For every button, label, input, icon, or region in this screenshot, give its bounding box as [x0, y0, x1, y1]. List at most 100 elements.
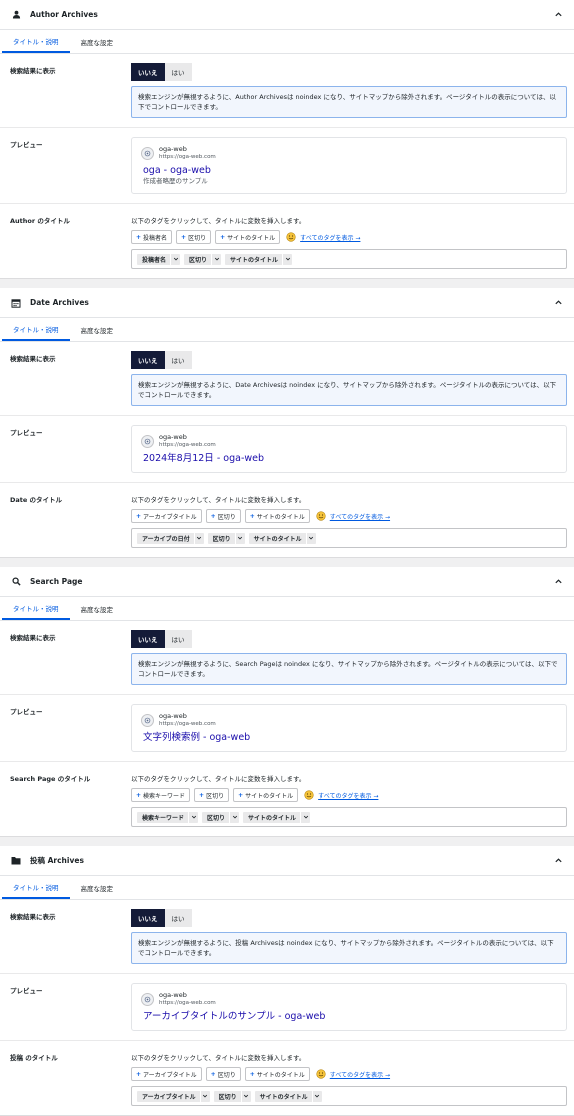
tag-chip[interactable]: サイトのタイトル	[254, 1090, 322, 1102]
card-header[interactable]: Author Archives	[0, 0, 574, 30]
card-header[interactable]: Date Archives	[0, 288, 574, 318]
plus-icon: +	[210, 512, 216, 520]
collapse-chevron-icon[interactable]	[552, 855, 564, 867]
card-header[interactable]: 投稿 Archives	[0, 846, 574, 876]
tab-advanced[interactable]: 高度な設定	[70, 597, 125, 620]
collapse-chevron-icon[interactable]	[552, 576, 564, 588]
section-title: 投稿 Archives	[30, 856, 84, 865]
search-preview: oga-web https://oga-web.com oga - oga-we…	[131, 137, 567, 194]
toggle-yes-button[interactable]: はい	[164, 630, 192, 648]
chevron-down-icon[interactable]	[170, 253, 180, 265]
insert-tag-button[interactable]: + 区切り	[205, 509, 241, 523]
show-all-tags-link[interactable]: すべてのタグを表示 →	[318, 791, 378, 800]
insert-tag-button[interactable]: + アーカイブタイトル	[131, 1067, 202, 1081]
chevron-down-icon[interactable]	[199, 1090, 210, 1102]
tag-chip[interactable]: 区切り	[184, 253, 222, 265]
chevron-down-icon[interactable]	[234, 532, 245, 544]
collapse-chevron-icon[interactable]	[552, 297, 564, 309]
insert-tag-button[interactable]: + 投稿者名	[131, 230, 173, 244]
insert-tag-button[interactable]: + サイトのタイトル	[233, 788, 299, 802]
plus-icon: +	[238, 791, 244, 799]
tab-advanced[interactable]: 高度な設定	[70, 876, 125, 899]
tab-title-description[interactable]: タイトル・説明	[2, 876, 70, 899]
tabs: タイトル・説明 高度な設定	[0, 876, 574, 900]
title-format-row: Author のタイトル 以下のタグをクリックして、タイトルに変数を挿入します。…	[0, 204, 574, 278]
tabs: タイトル・説明 高度な設定	[0, 597, 574, 621]
tab-title-description[interactable]: タイトル・説明	[2, 30, 70, 53]
insert-tag-button[interactable]: + 検索キーワード	[131, 788, 191, 802]
toggle-no-button[interactable]: いいえ	[131, 909, 165, 927]
section-title: Search Page	[30, 577, 83, 586]
emoji-icon[interactable]	[304, 790, 314, 800]
tab-title-description[interactable]: タイトル・説明	[2, 597, 70, 620]
chevron-down-icon[interactable]	[311, 1090, 322, 1102]
toggle-yes-button[interactable]: はい	[164, 909, 192, 927]
noindex-row: 検索結果に表示 いいえ はい 検索エンジンが無視するように、Author Arc…	[0, 54, 574, 128]
chevron-down-icon[interactable]	[193, 532, 204, 544]
toggle-no-button[interactable]: いいえ	[131, 630, 165, 648]
chevron-down-icon[interactable]	[282, 253, 292, 265]
emoji-icon[interactable]	[316, 1069, 326, 1079]
tag-chip[interactable]: アーカイブタイトル	[137, 1090, 210, 1102]
tag-chip[interactable]: サイトのタイトル	[248, 532, 316, 544]
toggle-no-button[interactable]: いいえ	[131, 63, 165, 81]
tag-chip-label: サイトのタイトル	[248, 814, 297, 822]
tag-chip-label: アーカイブの日付	[142, 535, 190, 543]
title-format-label: 投稿 のタイトル	[10, 1054, 58, 1062]
noindex-label: 検索結果に表示	[10, 913, 56, 921]
noindex-row: 検索結果に表示 いいえ はい 検索エンジンが無視するように、投稿 Archive…	[0, 900, 574, 974]
plus-icon: +	[210, 1070, 216, 1078]
tab-title-description[interactable]: タイトル・説明	[2, 318, 70, 341]
preview-site-name: oga-web	[159, 991, 187, 999]
tag-chip[interactable]: 投稿者名	[137, 253, 181, 265]
emoji-icon[interactable]	[316, 511, 326, 521]
tag-button-row: + 投稿者名 + 区切り + サイトのタイトル すべてのタグを表示 →	[131, 230, 567, 244]
preview-row: プレビュー oga-web https://oga-web.com アーカイブタ…	[0, 974, 574, 1041]
title-tag-input[interactable]: アーカイブタイトル 区切り サイトのタイトル	[131, 1086, 567, 1106]
title-tag-input[interactable]: 検索キーワード 区切り サイトのタイトル	[131, 807, 567, 827]
tag-chip[interactable]: アーカイブの日付	[137, 532, 204, 544]
tag-chip[interactable]: 区切り	[202, 811, 240, 823]
emoji-icon[interactable]	[286, 232, 296, 242]
preview-url: https://oga-web.com	[159, 442, 216, 448]
chevron-down-icon[interactable]	[240, 1090, 251, 1102]
toggle-yes-button[interactable]: はい	[164, 351, 192, 369]
title-tag-input[interactable]: 投稿者名 区切り サイトのタイトル	[131, 249, 567, 269]
insert-tag-button[interactable]: + 区切り	[194, 788, 230, 802]
tag-chip[interactable]: 区切り	[213, 1090, 251, 1102]
toggle-yes-button[interactable]: はい	[164, 63, 192, 81]
plus-icon: +	[249, 512, 255, 520]
chevron-down-icon[interactable]	[300, 811, 310, 823]
insert-tag-button[interactable]: + サイトのタイトル	[215, 230, 281, 244]
site-favicon-icon	[141, 147, 154, 160]
tag-button-label: サイトのタイトル	[256, 513, 305, 521]
card-header[interactable]: Search Page	[0, 567, 574, 597]
chevron-down-icon[interactable]	[229, 811, 239, 823]
tab-advanced[interactable]: 高度な設定	[70, 30, 125, 53]
tag-chip[interactable]: 検索キーワード	[137, 811, 199, 823]
title-tag-input[interactable]: アーカイブの日付 区切り サイトのタイトル	[131, 528, 567, 548]
tag-chip[interactable]: サイトのタイトル	[225, 253, 293, 265]
insert-tag-button[interactable]: + サイトのタイトル	[244, 509, 310, 523]
tab-advanced[interactable]: 高度な設定	[70, 318, 125, 341]
show-all-tags-link[interactable]: すべてのタグを表示 →	[330, 512, 390, 521]
tag-chip[interactable]: サイトのタイトル	[243, 811, 311, 823]
insert-tag-button[interactable]: + サイトのタイトル	[244, 1067, 310, 1081]
tag-chip-label: 区切り	[189, 256, 208, 264]
insert-tag-button[interactable]: + アーカイブタイトル	[131, 509, 202, 523]
tag-chip[interactable]: 区切り	[207, 532, 245, 544]
chevron-down-icon[interactable]	[211, 253, 221, 265]
tag-help-text: 以下のタグをクリックして、タイトルに変数を挿入します。	[131, 775, 306, 783]
preview-row: プレビュー oga-web https://oga-web.com oga - …	[0, 128, 574, 204]
tag-help-text: 以下のタグをクリックして、タイトルに変数を挿入します。	[131, 217, 306, 225]
insert-tag-button[interactable]: + 区切り	[176, 230, 212, 244]
chevron-down-icon[interactable]	[305, 532, 316, 544]
toggle-no-button[interactable]: いいえ	[131, 351, 165, 369]
site-favicon-icon	[141, 435, 154, 448]
show-all-tags-link[interactable]: すべてのタグを表示 →	[330, 1070, 390, 1079]
collapse-chevron-icon[interactable]	[552, 9, 564, 21]
show-all-tags-link[interactable]: すべてのタグを表示 →	[300, 233, 360, 242]
noindex-row: 検索結果に表示 いいえ はい 検索エンジンが無視するように、Date Archi…	[0, 342, 574, 416]
insert-tag-button[interactable]: + 区切り	[205, 1067, 241, 1081]
chevron-down-icon[interactable]	[188, 811, 198, 823]
